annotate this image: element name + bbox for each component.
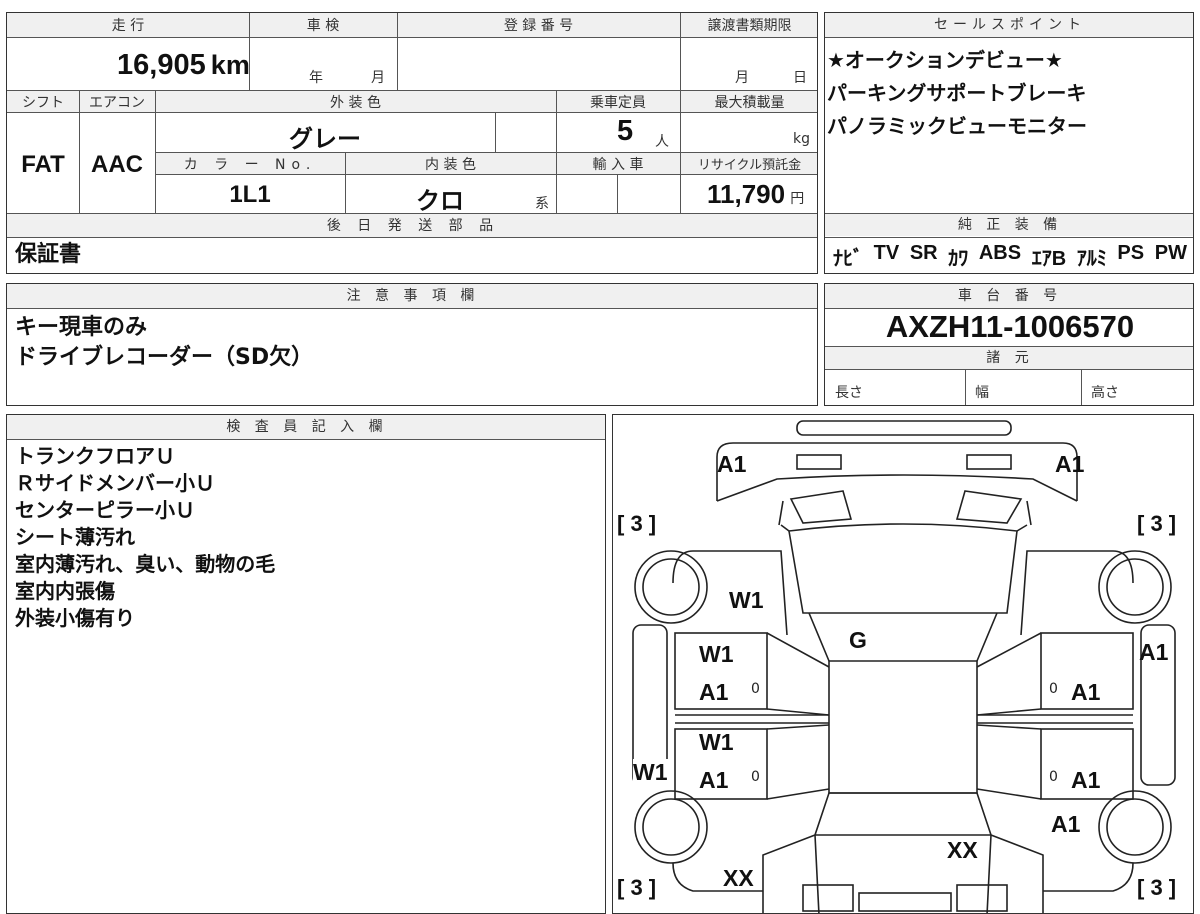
specs-header: 諸 元 bbox=[825, 347, 1193, 369]
chassis-header: 車 台 番 号 bbox=[825, 284, 1193, 308]
equipment-list: ﾅﾋﾞ TV SR ｶﾜ ABS ｴｱB ｱﾙﾐ PS PW bbox=[825, 242, 1193, 271]
deferred-parts-label: 後 日 発 送 部 品 bbox=[326, 218, 500, 234]
equipment-sunroof: SR bbox=[909, 242, 938, 264]
registration-label: 登 録 番 号 bbox=[503, 18, 574, 34]
sales-points-header: セールスポイント bbox=[825, 13, 1193, 37]
spec-length: 長さ bbox=[835, 385, 863, 401]
mark-front-door-right: A1 bbox=[1071, 767, 1101, 793]
mark-rear-door-right: A1 bbox=[1071, 679, 1101, 705]
aircon-label: エアコン bbox=[89, 95, 145, 111]
car-diagram-panel: A1 A1 W1 G W1 A1 0 W1 A1 0 0 A1 0 A1 A1 … bbox=[612, 414, 1194, 914]
shift-label: シフト bbox=[22, 95, 64, 111]
sales-point-2: パーキングサポートブレーキ bbox=[827, 81, 1087, 105]
inspector-line: シート薄汚れ bbox=[15, 525, 135, 549]
mileage-value: 16,905 km bbox=[117, 49, 250, 81]
transfer-deadline-label: 譲渡書類期限 bbox=[707, 18, 792, 34]
mark-glass: G bbox=[849, 627, 867, 653]
exterior-color-label: 外 装 色 bbox=[330, 95, 381, 111]
notes-panel: 注 意 事 項 欄 キー現車のみ ドライブレコーダー（SD欠） bbox=[6, 283, 818, 406]
inspection-year: 年 bbox=[309, 70, 323, 86]
sales-points-panel: セールスポイント ★オークションデビュー★ パーキングサポートブレーキ パノラミ… bbox=[824, 12, 1194, 274]
chassis-number: AXZH11-1006570 bbox=[885, 309, 1135, 344]
equipment-abs: ABS bbox=[978, 242, 1022, 264]
inspector-line: Ｒサイドメンバー小Ｕ bbox=[15, 471, 215, 495]
exterior-color-value: グレー bbox=[289, 126, 361, 153]
note-line-2: ドライブレコーダー（SD欠） bbox=[15, 345, 314, 370]
mark-rear-left: A1 bbox=[717, 451, 747, 477]
spec-height: 高さ bbox=[1091, 385, 1119, 401]
mark-fender-right: A1 bbox=[1051, 811, 1081, 837]
tyre-front-right: [ 3 ] bbox=[1137, 875, 1177, 900]
inspector-line: センターピラー小Ｕ bbox=[15, 498, 195, 522]
capacity-unit: 人 bbox=[655, 134, 669, 150]
equipment-alloy: ｱﾙﾐ bbox=[1076, 248, 1107, 270]
inspector-line: 室内薄汚れ、臭い、動物の毛 bbox=[15, 552, 276, 576]
inspector-line: 室内内張傷 bbox=[15, 579, 115, 603]
mileage-label: 走 行 bbox=[111, 18, 145, 34]
sales-point-3: パノラミックビューモニター bbox=[827, 114, 1087, 138]
inspector-header: 検 査 員 記 入 欄 bbox=[7, 415, 605, 439]
mark-quarter-right: A1 bbox=[1139, 639, 1169, 665]
deferred-parts-value: 保証書 bbox=[15, 242, 82, 267]
mark-rear-door-left-2: A1 bbox=[699, 679, 729, 705]
inspector-lines: トランクフロアＵ Ｒサイドメンバー小Ｕ センターピラー小Ｕ シート薄汚れ 室内薄… bbox=[15, 443, 275, 632]
inspection-month: 月 bbox=[371, 70, 385, 86]
tyre-rear-right: [ 3 ] bbox=[1137, 511, 1177, 536]
max-load-label: 最大積載量 bbox=[714, 95, 785, 111]
aircon-value: AAC bbox=[91, 151, 143, 178]
interior-color-label: 内 装 色 bbox=[425, 157, 476, 173]
recycle-fee-value: 11,790 円 bbox=[707, 179, 805, 209]
mark-front-left: XX bbox=[723, 865, 754, 891]
color-no-label: カ ラ ー No. bbox=[183, 157, 317, 173]
shift-value: FAT bbox=[21, 151, 65, 178]
equipment-ps: PS bbox=[1117, 242, 1145, 264]
inspection-label: 車 検 bbox=[306, 18, 340, 34]
color-no-value: 1L1 bbox=[229, 181, 271, 208]
mark-trunk: W1 bbox=[729, 587, 764, 613]
transfer-day: 日 bbox=[793, 70, 807, 86]
sales-point-1: ★オークションデビュー★ bbox=[827, 48, 1063, 72]
zero-mark: 0 bbox=[1049, 681, 1058, 697]
equipment-leather: ｶﾜ bbox=[948, 248, 969, 270]
interior-color-value: クロ bbox=[416, 188, 464, 215]
capacity-label: 乗車定員 bbox=[590, 95, 646, 111]
equipment-header: 純 正 装 備 bbox=[825, 214, 1193, 236]
vehicle-info-panel: 走 行 車 検 登 録 番 号 譲渡書類期限 シフト エアコン 外 装 色 乗車… bbox=[6, 12, 818, 274]
tyre-front-left: [ 3 ] bbox=[617, 875, 657, 900]
transfer-month: 月 bbox=[735, 70, 749, 86]
equipment-airbag: ｴｱB bbox=[1031, 248, 1067, 270]
tyre-rear-left: [ 3 ] bbox=[617, 511, 657, 536]
interior-suffix: 系 bbox=[535, 196, 549, 212]
zero-mark: 0 bbox=[1049, 769, 1058, 785]
max-load-unit: kg bbox=[793, 131, 810, 147]
recycle-fee-label: リサイクル預託金 bbox=[697, 158, 802, 173]
zero-mark: 0 bbox=[751, 681, 760, 697]
mark-front-door-left-2: A1 bbox=[699, 767, 729, 793]
spec-width: 幅 bbox=[975, 385, 989, 401]
capacity-value: 5 bbox=[617, 115, 634, 147]
note-line-1: キー現車のみ bbox=[15, 315, 148, 340]
import-label: 輸 入 車 bbox=[592, 157, 644, 173]
inspector-line: トランクフロアＵ bbox=[15, 444, 175, 468]
notes-header: 注 意 事 項 欄 bbox=[7, 284, 817, 308]
equipment-nav: ﾅﾋﾞ bbox=[833, 248, 863, 270]
chassis-panel: 車 台 番 号 AXZH11-1006570 諸 元 長さ 幅 高さ bbox=[824, 283, 1194, 406]
inspector-panel: 検 査 員 記 入 欄 トランクフロアＵ Ｒサイドメンバー小Ｕ センターピラー小… bbox=[6, 414, 606, 914]
mark-rear-door-left-1: W1 bbox=[699, 641, 734, 667]
zero-mark: 0 bbox=[751, 769, 760, 785]
mark-rear-right: A1 bbox=[1055, 451, 1085, 477]
inspector-line: 外装小傷有り bbox=[15, 606, 135, 630]
equipment-tv: TV bbox=[873, 242, 900, 264]
equipment-pw: PW bbox=[1154, 242, 1187, 264]
mark-front-door-left-1: W1 bbox=[699, 729, 734, 755]
mark-side-left: W1 bbox=[633, 759, 668, 786]
mark-hood: XX bbox=[947, 837, 978, 863]
